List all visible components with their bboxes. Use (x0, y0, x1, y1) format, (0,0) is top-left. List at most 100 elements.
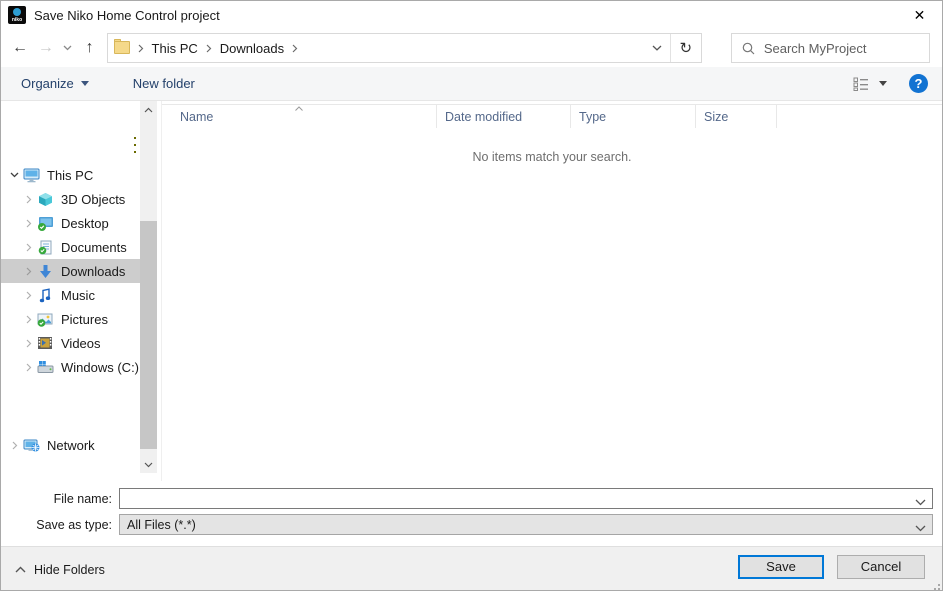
address-bar: This PC Downloads ↻ (107, 33, 702, 63)
dialog-footer: Hide Folders Save Cancel (1, 546, 942, 591)
sidebar-item-this-pc[interactable]: This PC (1, 163, 140, 187)
file-list: Name Date modified Type Size No items ma… (161, 101, 942, 481)
organize-button[interactable]: Organize (21, 76, 89, 91)
new-folder-button[interactable]: New folder (133, 76, 195, 91)
command-toolbar: Organize New folder ? (1, 67, 942, 101)
sidebar-item-label: Downloads (61, 264, 125, 279)
sidebar-item-videos[interactable]: Videos (1, 331, 140, 355)
sort-ascending-icon (295, 100, 304, 114)
refresh-icon[interactable]: ↻ (671, 34, 701, 62)
sidebar-scrollbar[interactable] (140, 101, 157, 473)
breadcrumb-separator-icon (136, 44, 146, 53)
navigation-bar: ← → ↑ This PC Downloads (1, 29, 942, 67)
chevron-right-icon[interactable] (7, 441, 22, 450)
forward-button[interactable]: → (33, 35, 59, 61)
empty-folder-message: No items match your search. (162, 150, 942, 164)
breadcrumb: This PC Downloads (108, 34, 644, 62)
chevron-down-icon[interactable] (915, 493, 926, 511)
column-header-date-modified[interactable]: Date modified (437, 105, 571, 128)
file-name-section: File name: Save as type: All Files (*.*) (1, 481, 942, 546)
save-as-type-label: Save as type: (1, 518, 119, 532)
up-button[interactable]: ↑ (77, 35, 103, 61)
address-dropdown-chevron-icon[interactable] (644, 34, 670, 62)
save-as-type-dropdown[interactable]: All Files (*.*) (119, 514, 933, 535)
resize-grip[interactable] (930, 580, 940, 590)
hide-folders-label: Hide Folders (34, 563, 105, 577)
save-button[interactable]: Save (738, 555, 824, 579)
sidebar-item-downloads[interactable]: Downloads (1, 259, 140, 283)
content-area: This PC 3D Objects Desktop (1, 101, 942, 481)
sidebar-item-music[interactable]: Music (1, 283, 140, 307)
hide-folders-button[interactable]: Hide Folders (15, 563, 105, 577)
chevron-down-icon (915, 519, 926, 537)
downloads-icon (36, 263, 54, 279)
windows-drive-icon (36, 359, 54, 375)
videos-icon (36, 335, 54, 351)
column-label: Date modified (445, 110, 522, 124)
chevron-right-icon[interactable] (21, 243, 36, 252)
this-pc-icon (22, 167, 40, 183)
chevron-down-icon[interactable] (7, 172, 22, 178)
chevron-right-icon[interactable] (21, 363, 36, 372)
network-icon (22, 437, 40, 453)
sidebar-item-documents[interactable]: Documents (1, 235, 140, 259)
column-headers: Name Date modified Type Size (162, 104, 942, 128)
sidebar-item-label: Network (47, 438, 95, 453)
search-icon (742, 42, 755, 55)
breadcrumb-item-this-pc[interactable]: This PC (146, 34, 204, 62)
pictures-icon (36, 311, 54, 327)
recent-locations-chevron-icon[interactable] (59, 35, 77, 61)
cancel-button[interactable]: Cancel (837, 555, 925, 579)
change-view-button[interactable] (853, 77, 887, 91)
chevron-right-icon[interactable] (21, 339, 36, 348)
pane-splitter-grip[interactable] (134, 137, 137, 153)
music-icon (36, 287, 54, 303)
sidebar-item-pictures[interactable]: Pictures (1, 307, 140, 331)
sidebar-item-label: Videos (61, 336, 101, 351)
file-name-input[interactable] (126, 490, 906, 507)
folder-icon (114, 41, 132, 55)
sidebar-item-desktop[interactable]: Desktop (1, 211, 140, 235)
chevron-right-icon[interactable] (21, 195, 36, 204)
back-button[interactable]: ← (7, 35, 33, 61)
organize-label: Organize (21, 76, 74, 91)
chevron-right-icon[interactable] (21, 291, 36, 300)
title-bar: niko Save Niko Home Control project ✕ (1, 1, 942, 29)
3d-objects-icon (36, 191, 54, 207)
column-header-size[interactable]: Size (696, 105, 777, 128)
sidebar-item-label: Music (61, 288, 95, 303)
sidebar-item-label: 3D Objects (61, 192, 125, 207)
chevron-right-icon[interactable] (21, 219, 36, 228)
breadcrumb-separator-icon (204, 44, 214, 53)
sidebar-item-label: Windows (C:) (61, 360, 139, 375)
documents-icon (36, 239, 54, 255)
file-name-combo (119, 488, 933, 509)
details-view-icon (853, 77, 869, 91)
sidebar-item-label: Documents (61, 240, 127, 255)
column-header-type[interactable]: Type (571, 105, 696, 128)
scrollbar-thumb[interactable] (140, 221, 157, 449)
chevron-right-icon[interactable] (21, 267, 36, 276)
column-header-name[interactable]: Name (162, 105, 437, 128)
column-label: Name (180, 110, 213, 124)
sidebar-item-3d-objects[interactable]: 3D Objects (1, 187, 140, 211)
new-folder-label: New folder (133, 76, 195, 91)
sidebar-item-label: Pictures (61, 312, 108, 327)
save-dialog-window: niko Save Niko Home Control project ✕ ← … (0, 0, 943, 591)
scroll-down-icon[interactable] (140, 456, 157, 473)
breadcrumb-item-downloads[interactable]: Downloads (214, 34, 290, 62)
close-icon[interactable]: ✕ (897, 1, 942, 29)
desktop-icon (36, 215, 54, 231)
sidebar-item-windows-c[interactable]: Windows (C:) (1, 355, 140, 379)
chevron-right-icon[interactable] (21, 315, 36, 324)
sidebar-item-network[interactable]: Network (1, 433, 140, 457)
search-input[interactable] (764, 41, 914, 56)
sidebar-item-label: This PC (47, 168, 93, 183)
file-name-label: File name: (1, 492, 119, 506)
folder-tree-sidebar: This PC 3D Objects Desktop (1, 101, 161, 481)
help-icon[interactable]: ? (909, 74, 928, 93)
window-title: Save Niko Home Control project (34, 8, 220, 23)
dropdown-triangle-icon (81, 81, 89, 86)
scroll-up-icon[interactable] (140, 101, 157, 118)
save-as-type-value: All Files (*.*) (127, 518, 196, 532)
